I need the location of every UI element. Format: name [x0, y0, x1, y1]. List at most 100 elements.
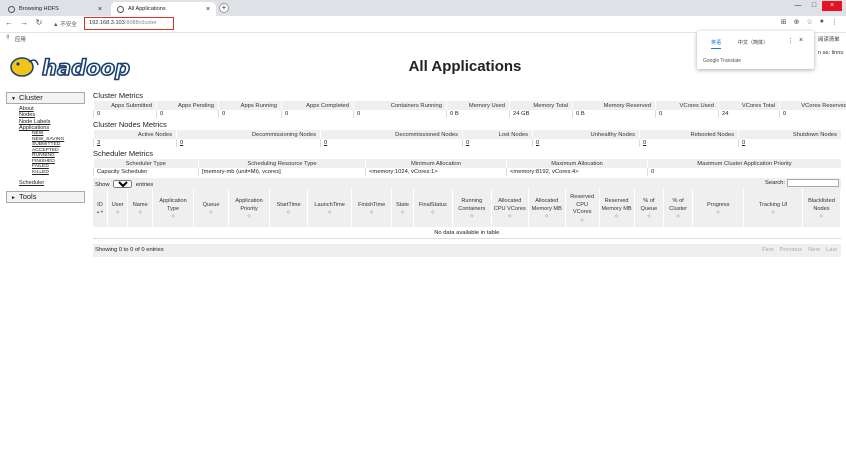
profile-icon[interactable]: ●	[820, 18, 824, 26]
translate-popup: 英语 中文（简体） ⋮ × Google Translate	[697, 31, 814, 69]
apps-grid-icon[interactable]: ⠿	[6, 35, 10, 41]
header-apps-completed: Apps Completed	[281, 101, 354, 110]
col-progress[interactable]: Progress ◇	[692, 189, 745, 227]
header-apps-submitted: Apps Submitted	[93, 101, 157, 110]
link-shutdown-nodes[interactable]: 0	[742, 140, 745, 146]
col-application-priority[interactable]: Application Priority ◇	[228, 189, 271, 227]
col-running-containers[interactable]: Running Containers ◇	[452, 189, 492, 227]
sidebar-app-states: NEW NEW_SAVING SUBMITTED ACCEPTED RUNNIN…	[19, 131, 85, 175]
col-state[interactable]: State ◇	[391, 189, 414, 227]
value-memory-used: 0 B	[446, 110, 510, 118]
address-bar[interactable]: 192.168.3.103:8088/cluster	[84, 17, 174, 30]
col-allocated-memory-mb[interactable]: Allocated Memory MB ◇	[528, 189, 566, 227]
minimize-icon[interactable]: —	[790, 1, 806, 11]
hadoop-logo[interactable]: hadoop	[8, 53, 144, 81]
sort-icon: ◇	[580, 216, 584, 222]
sort-icon: ◇	[716, 209, 720, 215]
header-memory-total: Memory Total	[509, 101, 573, 110]
pager-next[interactable]: Next	[808, 247, 820, 253]
translate-tab-source[interactable]: 英语	[711, 39, 722, 49]
col-reserved-memory-mb[interactable]: Reserved Memory MB ◇	[599, 189, 635, 227]
col-id[interactable]: ID ▲▼	[93, 189, 108, 227]
header-containers-running: Containers Running	[353, 101, 447, 110]
scheduler-metrics-title: Scheduler Metrics	[93, 149, 154, 158]
col-final-status[interactable]: FinalStatus ◇	[413, 189, 453, 227]
col-user[interactable]: User ◇	[107, 189, 129, 227]
col-name[interactable]: Name ◇	[127, 189, 154, 227]
link-unhealthy-nodes[interactable]: 0	[536, 140, 539, 146]
col-blacklisted-nodes[interactable]: Blacklisted Nodes ◇	[802, 189, 842, 227]
expand-arrow-icon: ►	[11, 195, 16, 202]
forward-icon[interactable]: →	[19, 18, 29, 27]
header-max-cluster-app-priority: Maximum Cluster Application Priority	[647, 159, 842, 168]
col-finish-time[interactable]: FinishTime ◇	[351, 189, 393, 227]
security-indicator[interactable]: ▲ 不安全	[53, 20, 77, 28]
zoom-icon[interactable]: ⊕	[794, 18, 800, 26]
col-tracking-ui[interactable]: Tracking UI ◇	[743, 189, 803, 227]
sidebar-cluster-header[interactable]: ▼ Cluster	[6, 92, 85, 104]
col-queue[interactable]: Queue ◇	[193, 189, 230, 227]
show-label: Show	[95, 182, 110, 188]
col-launch-time[interactable]: LaunchTime ◇	[307, 189, 353, 227]
tab-title: All Applications	[128, 6, 166, 12]
sort-icon: ◇	[431, 209, 435, 215]
sort-icon: ◇	[676, 213, 680, 218]
browser-tab-strip: Browsing HDFS × All Applications × + — □…	[0, 0, 846, 16]
sort-icon: ◇	[819, 213, 823, 218]
col-percent-of-cluster[interactable]: % of Cluster ◇	[663, 189, 694, 227]
pager-previous[interactable]: Previous	[780, 247, 803, 253]
tab-all-applications[interactable]: All Applications ×	[111, 2, 216, 16]
main-content: Cluster Metrics Apps Submitted Apps Pend…	[93, 91, 846, 257]
sidebar-tools-header[interactable]: ► Tools	[6, 191, 85, 204]
value-apps-running: 0	[218, 110, 282, 118]
translate-tab-target[interactable]: 中文（简体）	[738, 39, 768, 46]
sort-icon: ◇	[370, 209, 374, 215]
header-unhealthy-nodes: Unhealthy Nodes	[532, 130, 640, 139]
maximize-icon[interactable]: □	[806, 1, 822, 11]
sidebar-link-scheduler[interactable]: Scheduler	[19, 180, 44, 186]
translate-icon[interactable]: ⊞	[781, 18, 787, 26]
link-decommissioning-nodes[interactable]: 0	[180, 140, 183, 146]
url-path: :8088/cluster	[124, 20, 157, 26]
link-lost-nodes[interactable]: 0	[466, 140, 469, 146]
link-decommissioned-nodes[interactable]: 0	[324, 140, 327, 146]
close-window-icon[interactable]: ×	[822, 1, 842, 11]
close-tab-icon[interactable]: ×	[96, 6, 104, 13]
new-tab-button[interactable]: +	[219, 3, 229, 13]
header-decommissioning-nodes: Decommissioning Nodes	[176, 130, 321, 139]
back-icon[interactable]: ←	[4, 18, 14, 27]
sidebar-state-killed[interactable]: KILLED	[32, 170, 85, 176]
node-metrics-table: Active Nodes Decommissioning Nodes Decom…	[93, 130, 842, 147]
value-apps-pending: 0	[156, 110, 219, 118]
tab-browsing-hdfs[interactable]: Browsing HDFS ×	[2, 2, 108, 16]
node-metrics-title: Cluster Nodes Metrics	[93, 120, 167, 129]
reading-list-button[interactable]: 阅读清单	[818, 35, 840, 43]
col-application-type[interactable]: Application Type ◇	[152, 189, 195, 227]
security-label: 不安全	[60, 22, 77, 28]
reload-icon[interactable]: ↻	[34, 18, 44, 27]
pager-first[interactable]: First	[762, 247, 773, 253]
logo-text: hadoop	[42, 56, 130, 80]
entries-select[interactable]: 20	[113, 180, 133, 188]
value-memory-total: 24 GB	[509, 110, 573, 118]
close-icon[interactable]: ×	[799, 37, 803, 44]
value-apps-submitted: 0	[93, 110, 157, 118]
col-reserved-cpu-vcores[interactable]: Reserved CPU VCores ◇	[565, 189, 600, 227]
search-input[interactable]	[787, 179, 839, 187]
col-percent-of-queue[interactable]: % of Queue ◇	[634, 189, 665, 227]
bookmark-star-icon[interactable]: ☆	[806, 18, 812, 26]
header-vcores-reserved: VCores Reserved	[779, 101, 846, 110]
menu-icon[interactable]: ⋮	[831, 18, 838, 26]
sort-icon: ◇	[328, 209, 332, 215]
bookmark-apps[interactable]: 应用	[15, 35, 26, 43]
col-start-time[interactable]: StartTime ◇	[269, 189, 309, 227]
more-options-icon[interactable]: ⋮	[787, 37, 794, 45]
pager-last[interactable]: Last	[826, 247, 837, 253]
link-rebooted-nodes[interactable]: 0	[643, 140, 646, 146]
close-tab-icon[interactable]: ×	[204, 6, 212, 13]
link-active-nodes[interactable]: 3	[97, 140, 100, 146]
applications-table: ID ▲▼ User ◇ Name ◇ Application Type ◇ Queue…	[93, 189, 842, 239]
col-allocated-cpu-vcores[interactable]: Allocated CPU VCores ◇	[491, 189, 529, 227]
header-lost-nodes: Lost Nodes	[462, 130, 533, 139]
header-maximum-allocation: Maximum Allocation	[506, 159, 648, 168]
